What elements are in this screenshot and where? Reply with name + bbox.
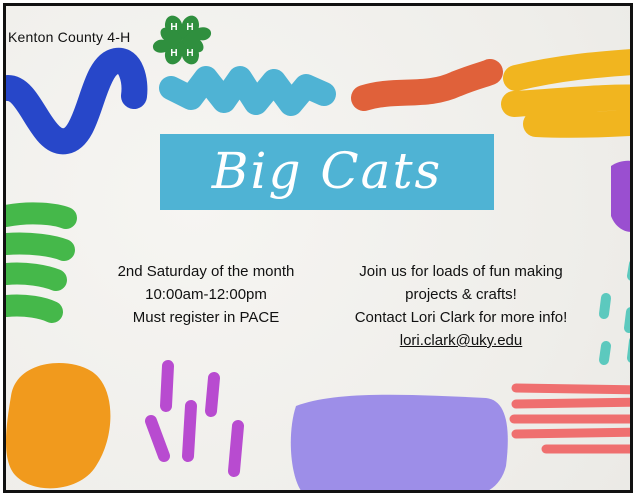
details-line: projects & crafts!: [405, 286, 517, 303]
green-brush-stroke: [6, 202, 77, 323]
orange-red-brush-stroke: [351, 59, 503, 111]
coral-stripes: [509, 383, 630, 454]
brush-strokes: [6, 47, 630, 490]
clover-letter: H: [186, 22, 193, 33]
four-leaf-clover-icon: H H H H: [152, 15, 212, 65]
registration-note: Must register in PACE: [132, 309, 280, 326]
email-link[interactable]: lori.clark@uky.edu: [336, 329, 586, 352]
flyer: Kenton County 4-H H H H H Big Cats 2nd S…: [3, 3, 633, 493]
schedule-day: 2nd Saturday of the month: [117, 263, 295, 280]
lavender-brush-block: [290, 394, 508, 490]
clover-letter: H: [170, 22, 177, 33]
light-blue-brush-stroke: [159, 66, 336, 116]
clover-letter: H: [170, 48, 177, 59]
contact-line: Contact Lori Clark for more info!: [354, 309, 568, 326]
clover-letter: H: [186, 48, 193, 59]
purple-brush-stroke: [611, 160, 630, 232]
organization-name: Kenton County 4-H: [8, 29, 131, 45]
details-block: Join us for loads of fun making projects…: [336, 260, 586, 352]
schedule-time: 10:00am-12:00pm: [145, 286, 267, 303]
details-line: Join us for loads of fun making: [359, 263, 563, 280]
magenta-dashes: [145, 360, 244, 477]
orange-brush-blob: [6, 363, 111, 489]
schedule-block: 2nd Saturday of the month 10:00am-12:00p…: [101, 260, 311, 329]
event-title: Big Cats: [211, 142, 443, 200]
yellow-brush-stroke: [501, 49, 630, 138]
teal-dashes: [599, 261, 630, 365]
blue-brush-stroke: [6, 47, 148, 155]
